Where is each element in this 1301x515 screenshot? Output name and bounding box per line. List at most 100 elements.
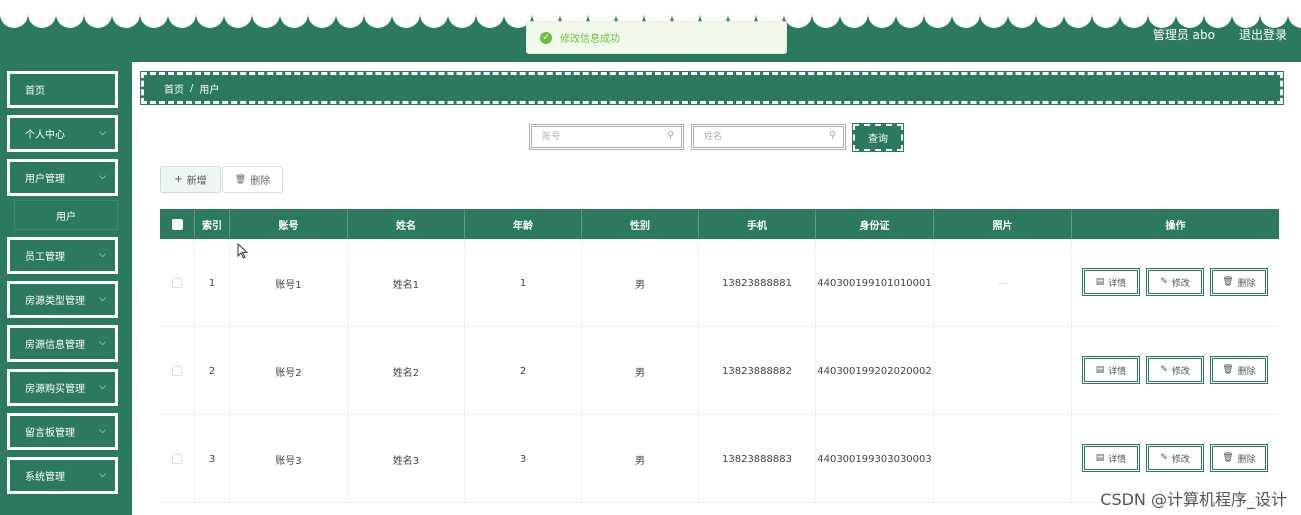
sidebar-item-label: 用户管理: [25, 174, 65, 185]
column-header-name: 姓名: [348, 209, 465, 239]
detail-button[interactable]: ▤ 详情: [1082, 444, 1140, 472]
detail-button-label: 详情: [1108, 278, 1127, 289]
cell-id-card: 440300199202020002: [816, 327, 934, 415]
mouse-cursor-icon: [237, 243, 249, 259]
user-table: 索引 账号 姓名 年龄 性别 手机 身份证 照片 操作 1 账号1 姓名1 1 …: [160, 209, 1279, 503]
row-checkbox[interactable]: [172, 366, 182, 376]
name-search-input[interactable]: [691, 124, 846, 150]
cell-name: 姓名1: [348, 239, 465, 327]
breadcrumb-separator: /: [190, 82, 194, 94]
row-select-cell: [160, 327, 195, 415]
sidebar-item-label: 房源类型管理: [25, 296, 85, 307]
sidebar-item-personal-center[interactable]: 个人中心 ⌵: [7, 115, 118, 152]
toast-message: 修改信息成功: [560, 34, 620, 45]
document-icon: ▤: [1095, 453, 1105, 463]
column-header-actions: 操作: [1165, 220, 1186, 232]
query-button[interactable]: 查询: [852, 123, 904, 152]
account-search-input[interactable]: [529, 124, 684, 150]
edit-button[interactable]: ✎ 修改: [1146, 444, 1204, 472]
cell-phone: 13823888883: [699, 415, 816, 503]
detail-button-label: 详情: [1108, 454, 1127, 465]
cell-index: 2: [195, 327, 230, 415]
trash-icon: 🗑: [1222, 277, 1234, 287]
search-icon: ⚲: [667, 130, 675, 141]
chevron-down-icon: ⌵: [99, 470, 106, 480]
add-button[interactable]: + 新增: [160, 166, 221, 193]
cell-name: 姓名2: [348, 327, 465, 415]
delete-button[interactable]: 🗑 删除: [1210, 356, 1268, 384]
cell-account: 账号3: [230, 415, 348, 503]
row-select-cell: [160, 415, 195, 503]
plus-icon: +: [174, 174, 183, 185]
breadcrumb-home[interactable]: 首页: [164, 81, 184, 96]
row-checkbox[interactable]: [172, 454, 182, 464]
check-circle-icon: ✓: [540, 31, 552, 44]
cell-id-card: 440300199303030003: [816, 415, 934, 503]
sidebar-subitem-users[interactable]: 用户: [14, 200, 118, 230]
sidebar-item-system-management[interactable]: 系统管理 ⌵: [7, 457, 118, 494]
success-toast: ✓ 修改信息成功: [526, 21, 787, 54]
sidebar-item-label: 留言板管理: [25, 428, 75, 439]
trash-icon: 🗑: [1222, 453, 1234, 463]
delete-button-label: 删除: [1237, 278, 1256, 289]
delete-button-label: 删除: [1237, 454, 1256, 465]
edit-button-label: 修改: [1171, 278, 1190, 289]
edit-button-label: 修改: [1171, 366, 1190, 377]
watermark-text: CSDN @计算机程序_设计: [1100, 490, 1287, 509]
row-checkbox[interactable]: [172, 278, 182, 288]
column-header-account: 账号: [230, 209, 348, 239]
batch-delete-button-label: 删除: [250, 176, 271, 187]
sidebar-item-message-board-management[interactable]: 留言板管理 ⌵: [7, 413, 118, 450]
sidebar: 首页 个人中心 ⌵ 用户管理 ⌵ 用户 员工管理 ⌵ 房源类型管理 ⌵ 房源信息…: [0, 62, 132, 515]
edit-button[interactable]: ✎ 修改: [1146, 268, 1204, 296]
logout-link[interactable]: 退出登录: [1239, 26, 1301, 43]
sidebar-item-label: 房源购买管理: [25, 384, 85, 395]
query-button-label: 查询: [868, 134, 888, 145]
chevron-down-icon: ⌵: [99, 382, 106, 392]
edit-button-label: 修改: [1171, 454, 1190, 465]
chevron-down-icon: ⌵: [99, 294, 106, 304]
sidebar-item-user-management[interactable]: 用户管理 ⌵: [7, 159, 118, 196]
detail-button[interactable]: ▤ 详情: [1082, 268, 1140, 296]
column-header-id-card: 身份证: [816, 209, 934, 239]
trash-icon: 🗑: [1222, 365, 1234, 375]
sidebar-item-staff-management[interactable]: 员工管理 ⌵: [7, 237, 118, 274]
admin-user-label: 管理员 abo: [1152, 28, 1215, 42]
cell-age: 1: [465, 239, 582, 327]
sidebar-item-house-info-management[interactable]: 房源信息管理 ⌵: [7, 325, 118, 362]
delete-button[interactable]: 🗑 删除: [1210, 268, 1268, 296]
cell-actions: ▤ 详情 ✎ 修改 🗑 删除: [1072, 239, 1279, 327]
sidebar-item-label: 房源信息管理: [25, 340, 85, 351]
sidebar-item-label: 个人中心: [25, 130, 65, 141]
pencil-icon: ✎: [1160, 453, 1168, 463]
column-header-age: 年龄: [465, 209, 582, 239]
cell-actions: ▤ 详情 ✎ 修改 🗑 删除: [1072, 327, 1279, 415]
detail-button[interactable]: ▤ 详情: [1082, 356, 1140, 384]
cell-phone: 13823888881: [699, 239, 816, 327]
cell-photo: [934, 327, 1072, 415]
sidebar-item-house-type-management[interactable]: 房源类型管理 ⌵: [7, 281, 118, 318]
sidebar-item-home[interactable]: 首页: [7, 71, 118, 108]
delete-button[interactable]: 🗑 删除: [1210, 444, 1268, 472]
cell-name: 姓名3: [348, 415, 465, 503]
photo-placeholder: [997, 282, 1008, 284]
select-all-cell: [160, 209, 195, 239]
document-icon: ▤: [1095, 365, 1105, 375]
sidebar-item-label: 首页: [25, 86, 45, 97]
cell-photo: [934, 239, 1072, 327]
column-header-gender: 性别: [582, 209, 699, 239]
table-row: 1 账号1 姓名1 1 男 13823888881 44030019910101…: [160, 239, 1279, 327]
cell-gender: 男: [582, 415, 699, 503]
search-icon: ⚲: [829, 130, 837, 141]
app-page: 管理员 abo 退出登录 ✓ 修改信息成功 首页 个人中心 ⌵ 用户管理 ⌵ 用…: [0, 0, 1301, 515]
pencil-icon: ✎: [1160, 365, 1168, 375]
cell-age: 3: [465, 415, 582, 503]
batch-delete-button[interactable]: 🗑 删除: [222, 166, 283, 193]
cell-phone: 13823888882: [699, 327, 816, 415]
detail-button-label: 详情: [1108, 366, 1127, 377]
sidebar-item-house-purchase-management[interactable]: 房源购买管理 ⌵: [7, 369, 118, 406]
select-all-checkbox[interactable]: [171, 218, 183, 230]
pencil-icon: ✎: [1160, 277, 1168, 287]
sidebar-item-label: 员工管理: [25, 252, 65, 263]
edit-button[interactable]: ✎ 修改: [1146, 356, 1204, 384]
